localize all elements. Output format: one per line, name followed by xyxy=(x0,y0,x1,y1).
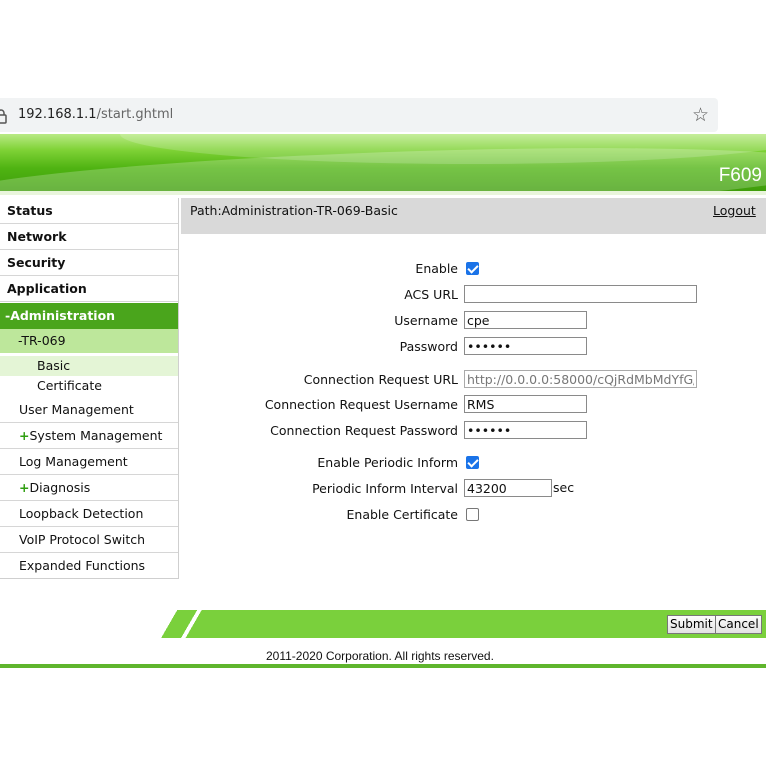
sidebar-item-basic[interactable]: Basic xyxy=(0,356,178,376)
periodic-interval-input[interactable] xyxy=(464,479,552,497)
sidebar-item-label: Loopback Detection xyxy=(19,506,144,521)
submit-button[interactable]: Submit xyxy=(667,615,716,634)
expand-plus-icon: + xyxy=(19,480,30,495)
breadcrumb: Path:Administration-TR-069-Basic xyxy=(190,203,398,218)
password-input[interactable] xyxy=(464,337,587,355)
footer-slant-stripe xyxy=(168,610,208,638)
conn-request-password-label: Connection Request Password xyxy=(270,423,458,438)
periodic-inform-label: Enable Periodic Inform xyxy=(317,455,458,470)
sidebar-item-label: Diagnosis xyxy=(29,480,91,495)
sidebar-item-label: Status xyxy=(7,203,53,218)
sidebar-border xyxy=(178,198,179,579)
logout-link[interactable]: Logout xyxy=(713,203,756,218)
sidebar-item-label: Application xyxy=(7,281,87,296)
conn-request-url-input[interactable] xyxy=(464,370,697,388)
sidebar-item-label: Basic xyxy=(37,358,71,373)
star-icon[interactable]: ☆ xyxy=(692,104,709,126)
sidebar-item-loopback-detection[interactable]: Loopback Detection xyxy=(0,501,178,527)
periodic-interval-label: Periodic Inform Interval xyxy=(312,481,458,496)
sidebar-item-label: Network xyxy=(7,229,67,244)
enable-certificate-label: Enable Certificate xyxy=(346,507,458,522)
sidebar-item-network[interactable]: Network xyxy=(0,224,178,250)
sidebar-item-label: Security xyxy=(7,255,66,270)
conn-request-username-input[interactable] xyxy=(464,395,587,413)
url-text[interactable]: 192.168.1.1/start.ghtml xyxy=(18,107,173,122)
username-label: Username xyxy=(394,313,458,328)
sidebar-item-label: VoIP Protocol Switch xyxy=(19,532,146,547)
sidebar-item-label: User Management xyxy=(19,402,134,417)
periodic-inform-checkbox[interactable] xyxy=(466,456,479,469)
footer-divider xyxy=(0,664,766,668)
interval-unit: sec xyxy=(553,480,575,495)
sidebar-item-label: System Management xyxy=(29,428,163,443)
copyright-text: 2011-2020 Corporation. All rights reserv… xyxy=(266,649,494,663)
cancel-button[interactable]: Cancel xyxy=(715,615,762,634)
sidebar-item-tr069[interactable]: -TR-069 xyxy=(0,329,178,353)
acs-url-label: ACS URL xyxy=(404,287,458,302)
header-banner xyxy=(0,134,766,191)
password-label: Password xyxy=(399,339,458,354)
enable-checkbox[interactable] xyxy=(466,262,479,275)
url-host: 192.168.1.1 xyxy=(18,107,97,122)
sidebar-item-label: -Administration xyxy=(5,308,116,323)
expand-plus-icon: + xyxy=(19,428,30,443)
sidebar-item-status[interactable]: Status xyxy=(0,198,178,224)
conn-request-username-label: Connection Request Username xyxy=(264,397,458,412)
sidebar-item-label: Expanded Functions xyxy=(19,558,146,573)
lock-icon[interactable] xyxy=(0,108,8,124)
model-name: F609 xyxy=(718,165,762,186)
sidebar-bottom-border xyxy=(0,578,179,579)
sidebar-item-label: Certificate xyxy=(37,378,102,393)
sidebar-item-system-management[interactable]: +System Management xyxy=(0,423,178,449)
enable-label: Enable xyxy=(415,261,458,276)
banner-divider xyxy=(0,191,766,195)
sidebar-item-administration[interactable]: -Administration xyxy=(0,303,178,329)
sidebar-item-expanded-functions[interactable]: Expanded Functions xyxy=(0,553,178,579)
sidebar-item-label: Log Management xyxy=(19,454,128,469)
acs-url-input[interactable] xyxy=(464,285,697,303)
sidebar-item-log-management[interactable]: Log Management xyxy=(0,449,178,475)
conn-request-password-input[interactable] xyxy=(464,421,587,439)
url-path: /start.ghtml xyxy=(96,107,174,122)
sidebar-item-security[interactable]: Security xyxy=(0,250,178,276)
sidebar-item-user-management[interactable]: User Management xyxy=(0,397,178,423)
conn-request-url-label: Connection Request URL xyxy=(303,372,458,387)
enable-certificate-checkbox[interactable] xyxy=(466,508,479,521)
sidebar-item-diagnosis[interactable]: +Diagnosis xyxy=(0,475,178,501)
username-input[interactable] xyxy=(464,311,587,329)
sidebar-item-certificate[interactable]: Certificate xyxy=(0,376,178,396)
sidebar-item-label: -TR-069 xyxy=(18,333,66,348)
sidebar-item-application[interactable]: Application xyxy=(0,276,178,302)
sidebar-item-voip-protocol-switch[interactable]: VoIP Protocol Switch xyxy=(0,527,178,553)
